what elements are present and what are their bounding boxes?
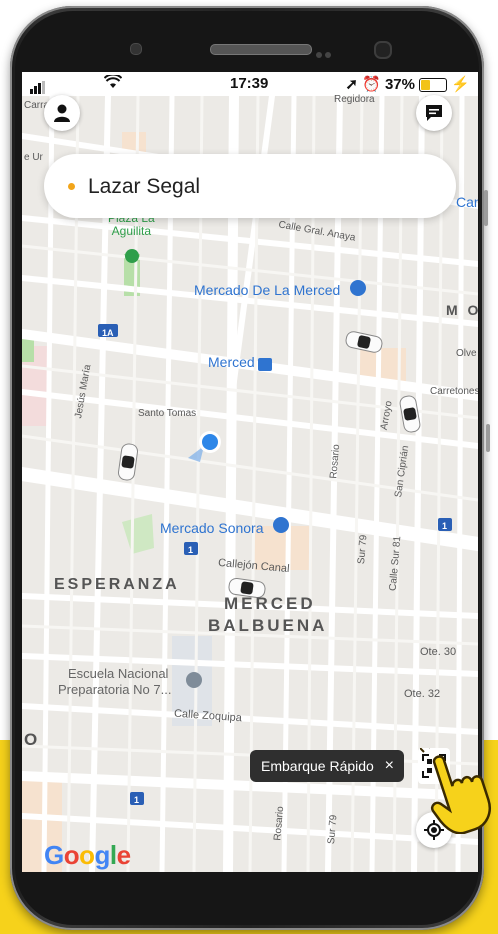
destination-text: Lazar Segal bbox=[88, 175, 201, 198]
street-label: Carretones bbox=[430, 386, 478, 397]
close-icon[interactable]: × bbox=[385, 750, 394, 782]
pointing-hand-icon bbox=[420, 748, 491, 834]
location-arrow-icon: ➚ bbox=[345, 76, 358, 93]
street-label: e Ur bbox=[24, 152, 43, 163]
side-button bbox=[484, 190, 488, 226]
poi-metro-merced[interactable]: Merced bbox=[208, 354, 255, 370]
poi-school[interactable]: Preparatoria No 7... bbox=[58, 682, 171, 697]
street-label: Regidora bbox=[334, 94, 375, 105]
proximity-sensor bbox=[130, 43, 142, 55]
area-merced-balbuena: MERCED bbox=[224, 594, 316, 613]
street-label: Ote. 30 bbox=[420, 646, 457, 658]
person-icon bbox=[54, 104, 70, 122]
google-logo: Google bbox=[44, 840, 131, 870]
poi-school[interactable]: Escuela Nacional bbox=[68, 666, 168, 681]
route-badge: 1 bbox=[188, 545, 194, 555]
quick-board-label: Embarque Rápido bbox=[261, 758, 374, 774]
app-screen: 17:39 ➚ ⏰ 37% ⚡ Carra Regidora e Ur Can … bbox=[22, 72, 478, 872]
route-badge: 1 bbox=[134, 795, 140, 805]
front-camera bbox=[374, 41, 392, 59]
poi-mercado-sonora[interactable]: Mercado Sonora bbox=[160, 520, 264, 536]
side-button bbox=[486, 424, 490, 452]
destination-card[interactable]: Lazar Segal bbox=[44, 154, 456, 218]
status-bar: 17:39 ➚ ⏰ 37% ⚡ bbox=[22, 72, 478, 96]
speaker-dots bbox=[316, 45, 336, 58]
messages-button[interactable] bbox=[416, 95, 452, 131]
street-label: Can bbox=[456, 194, 478, 210]
route-badge: 1A bbox=[102, 328, 114, 338]
battery-icon bbox=[419, 78, 448, 93]
destination-dot-icon bbox=[68, 183, 75, 190]
street-label: Olve bbox=[456, 348, 477, 359]
charging-icon: ⚡ bbox=[451, 76, 470, 93]
area-esperanza: ESPERANZA bbox=[54, 576, 180, 593]
wifi-icon bbox=[103, 73, 123, 93]
area-label: M O bbox=[446, 302, 478, 318]
status-time: 17:39 bbox=[230, 75, 269, 92]
chat-icon bbox=[426, 105, 442, 121]
profile-button[interactable] bbox=[44, 95, 80, 131]
area-merced-balbuena: BALBUENA bbox=[208, 616, 328, 635]
quick-board-tooltip[interactable]: Embarque Rápido × bbox=[250, 750, 404, 782]
route-badge: 1 bbox=[442, 521, 448, 531]
phone-chin bbox=[0, 884, 498, 924]
area-label: O bbox=[24, 730, 41, 749]
status-right: ➚ ⏰ 37% ⚡ bbox=[345, 75, 470, 93]
street-label: Santo Tomas bbox=[138, 408, 197, 419]
poi-mercado-merced[interactable]: Mercado De La Merced bbox=[194, 282, 340, 298]
street-label: Ote. 32 bbox=[404, 688, 441, 700]
earpiece-speaker bbox=[210, 44, 312, 55]
alarm-icon: ⏰ bbox=[362, 76, 381, 93]
battery-percent: 37% bbox=[384, 76, 415, 93]
cell-signal-icon bbox=[30, 77, 46, 94]
